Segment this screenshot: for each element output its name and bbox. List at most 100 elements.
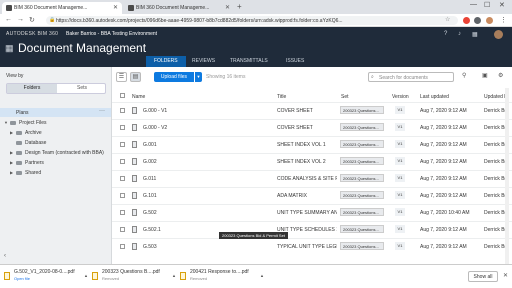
upload-dropdown-icon[interactable]: ▼ xyxy=(195,72,202,82)
tab-transmittals[interactable]: TRANSMITTALS xyxy=(222,56,276,67)
row-set-badge[interactable]: 200323 Questions... xyxy=(340,191,384,199)
row-version-badge[interactable]: V1 xyxy=(395,106,405,114)
more-options-icon[interactable]: ··· xyxy=(99,108,105,114)
help-icon[interactable]: ? xyxy=(444,31,447,37)
download-item[interactable]: G.502_V1_2020-08-0....pdf Open file xyxy=(4,269,84,285)
row-set-badge[interactable]: 200323 Questions... xyxy=(340,174,384,182)
row-version-badge[interactable]: V1 xyxy=(395,225,405,233)
row-name[interactable]: G.011 xyxy=(143,176,263,182)
tab-close-icon[interactable]: ✕ xyxy=(225,4,230,11)
row-version-badge[interactable]: V1 xyxy=(395,123,405,131)
col-updated-by[interactable]: Updated b xyxy=(484,94,507,100)
table-row[interactable]: G.011 CODE ANALYSIS & SITE PLAN200323 Que… xyxy=(112,170,512,186)
table-row[interactable]: G.002 SHEET INDEX VOL 2 200323 Questions..… xyxy=(112,153,512,169)
row-set-badge[interactable]: 200323 Questions... xyxy=(340,242,384,250)
project-selector[interactable]: Baker Barrios - BBA Testing Environment xyxy=(66,31,157,37)
col-name[interactable]: Name xyxy=(132,94,145,100)
grid-view-button[interactable]: ▤ xyxy=(130,72,141,82)
close-downloads-icon[interactable]: ✕ xyxy=(503,272,508,279)
tree-item-partners[interactable]: ▶ Partners xyxy=(10,160,44,166)
row-checkbox[interactable] xyxy=(120,244,125,249)
row-version-badge[interactable]: V1 xyxy=(395,191,405,199)
back-icon[interactable]: ← xyxy=(5,16,12,23)
minimize-button[interactable]: — xyxy=(470,1,477,8)
row-name[interactable]: G.503 xyxy=(143,244,263,250)
table-row[interactable]: G.001 SHEET INDEX VOL 1 200323 Questions..… xyxy=(112,136,512,152)
row-checkbox[interactable] xyxy=(120,227,125,232)
reload-icon[interactable]: ↻ xyxy=(29,16,35,24)
module-switcher-icon[interactable]: ▦ xyxy=(5,43,14,54)
profile-avatar[interactable] xyxy=(486,17,493,24)
row-set-badge[interactable]: 200323 Questions... xyxy=(340,123,384,131)
tree-item-database[interactable]: Database xyxy=(16,140,46,146)
forward-icon[interactable]: → xyxy=(17,16,24,23)
close-window-button[interactable]: ✕ xyxy=(499,1,505,9)
row-checkbox[interactable] xyxy=(120,142,125,147)
row-name[interactable]: G.001 xyxy=(143,142,263,148)
collapse-sidebar-icon[interactable]: ‹ xyxy=(4,253,6,259)
row-checkbox[interactable] xyxy=(120,176,125,181)
row-checkbox[interactable] xyxy=(120,193,125,198)
download-options-icon[interactable]: ▲ xyxy=(260,273,264,278)
browser-tab-active[interactable]: BIM 360 Document Manageme... ✕ xyxy=(2,2,122,14)
row-name[interactable]: G.101 xyxy=(143,193,263,199)
filter-icon[interactable]: ⚲ xyxy=(462,72,466,79)
extension-icon[interactable] xyxy=(463,17,470,24)
col-last-updated[interactable]: Last updated xyxy=(420,94,449,100)
bookmark-star-icon[interactable]: ☆ xyxy=(445,16,450,23)
col-version[interactable]: Version xyxy=(392,94,409,100)
maximize-button[interactable]: ☐ xyxy=(484,1,490,9)
row-name[interactable]: G.000 - V1 xyxy=(143,108,263,114)
tree-item-shared[interactable]: ▶ Shared xyxy=(10,170,41,176)
apps-grid-icon[interactable]: ▦ xyxy=(472,31,478,38)
row-version-badge[interactable]: V1 xyxy=(395,208,405,216)
tab-issues[interactable]: ISSUES xyxy=(278,56,312,67)
open-file-link[interactable]: Open file xyxy=(14,276,84,281)
row-checkbox[interactable] xyxy=(120,125,125,130)
upload-files-button[interactable]: Upload files xyxy=(154,72,194,82)
select-all-checkbox[interactable] xyxy=(120,93,125,98)
settings-icon[interactable]: ⚙ xyxy=(498,72,503,79)
search-input[interactable]: ⌕ Search for documents xyxy=(368,72,454,82)
download-options-icon[interactable]: ▲ xyxy=(172,273,176,278)
browser-menu-icon[interactable]: ⋮ xyxy=(500,16,507,24)
row-checkbox[interactable] xyxy=(120,108,125,113)
row-version-badge[interactable]: V1 xyxy=(395,174,405,182)
row-set-badge[interactable]: 200323 Questions... xyxy=(340,208,384,216)
toggle-folders[interactable]: Folders xyxy=(7,84,57,93)
table-row[interactable]: G.502.1 UNIT TYPE SCHEDULES 1 200323 Quest… xyxy=(112,221,512,237)
row-name[interactable]: G.000 - V2 xyxy=(143,125,263,131)
row-checkbox[interactable] xyxy=(120,210,125,215)
tree-item-project-files[interactable]: ▼ Project Files xyxy=(4,120,47,126)
row-name[interactable]: G.502 xyxy=(143,210,263,216)
url-field[interactable]: 🔒 https://docs.b360.autodesk.com/project… xyxy=(46,16,458,25)
row-set-badge[interactable]: 200323 Questions... xyxy=(340,225,384,233)
print-icon[interactable]: ▣ xyxy=(482,72,488,79)
table-row[interactable]: G.101 ADA MATRIX 200323 Questions... V1 Aug … xyxy=(112,187,512,203)
download-item[interactable]: 200421 Response to....pdf Removed xyxy=(180,269,260,285)
browser-tab[interactable]: BIM 360 Document Manageme... ✕ xyxy=(124,2,234,14)
download-options-icon[interactable]: ▲ xyxy=(84,273,88,278)
row-set-badge[interactable]: 200323 Questions... xyxy=(340,157,384,165)
row-checkbox[interactable] xyxy=(120,159,125,164)
tab-close-icon[interactable]: ✕ xyxy=(113,4,118,11)
notification-bell-icon[interactable]: ♪ xyxy=(458,31,461,37)
new-tab-button[interactable]: + xyxy=(237,2,242,11)
show-all-button[interactable]: Show all xyxy=(468,271,498,282)
download-item[interactable]: 200323 Questions B....pdf Removed xyxy=(92,269,172,285)
list-view-button[interactable]: ☰ xyxy=(116,72,127,82)
row-set-badge[interactable]: 200323 Questions... xyxy=(340,106,384,114)
user-avatar[interactable] xyxy=(494,30,503,39)
tree-item-archive[interactable]: ▶ Archive xyxy=(10,130,42,136)
table-row[interactable]: G.503 TYPICAL UNIT TYPE LEGEND200323 Ques… xyxy=(112,238,512,254)
toggle-sets[interactable]: Sets xyxy=(57,84,107,93)
row-set-badge[interactable]: 200323 Questions... xyxy=(340,140,384,148)
tab-folders[interactable]: FOLDERS xyxy=(146,56,186,67)
tree-item-design-team[interactable]: ▶ Design Team (contracted with BBA) xyxy=(10,150,104,156)
tab-reviews[interactable]: REVIEWS xyxy=(184,56,223,67)
row-name[interactable]: G.002 xyxy=(143,159,263,165)
row-version-badge[interactable]: V1 xyxy=(395,140,405,148)
scrollbar[interactable] xyxy=(505,88,509,264)
col-set[interactable]: Set xyxy=(341,94,349,100)
col-title[interactable]: Title xyxy=(277,94,286,100)
